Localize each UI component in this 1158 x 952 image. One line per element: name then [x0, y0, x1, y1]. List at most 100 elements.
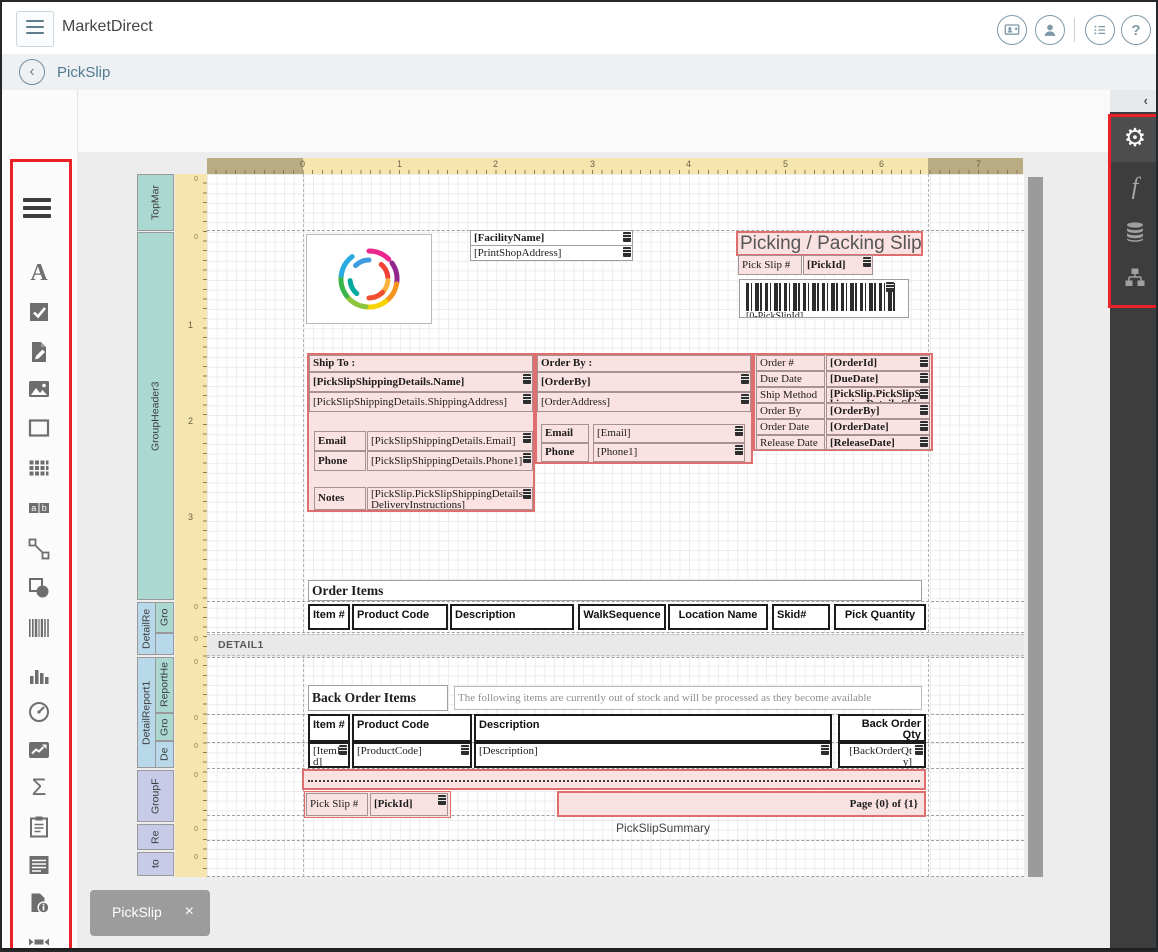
main-menu-button[interactable] [16, 11, 54, 47]
order-by-phone-field[interactable]: [Phone1] [593, 443, 745, 462]
order-info-label[interactable]: Release Date [756, 435, 825, 450]
ship-to-address-field[interactable]: [PickSlipShippingDetails.ShippingAddress… [309, 392, 533, 412]
document-tab-pickslip[interactable]: PickSlip × [90, 890, 210, 936]
ship-to-email-label[interactable]: Email [314, 431, 366, 451]
functions-tab[interactable]: f [1110, 163, 1158, 211]
ship-method-field[interactable]: [PickSlip.PickSlipShippingDetails.ShipMe… [826, 387, 930, 403]
report-info-tool[interactable] [25, 889, 53, 917]
back-order-title[interactable]: Back Order Items [308, 685, 448, 711]
band-groupheader3[interactable]: GroupHeader3 [137, 232, 174, 600]
band-reportheader[interactable]: ReportHe [155, 657, 174, 713]
order-items-title[interactable]: Order Items [308, 580, 922, 601]
help-button[interactable]: ? [1121, 15, 1151, 45]
detail1-band-strip[interactable]: DETAIL1 [207, 634, 1024, 656]
band-topmargin[interactable]: TopMar [137, 174, 174, 231]
order-items-col-description[interactable]: Description [450, 604, 574, 630]
back-button[interactable]: ‹ [19, 59, 45, 85]
pick-id-field[interactable]: [PickId] [803, 255, 873, 275]
table-tool[interactable] [25, 454, 53, 482]
chart-tool[interactable] [25, 661, 53, 689]
ship-to-notes-label[interactable]: Notes [314, 487, 366, 510]
input-field-tool[interactable]: ab [25, 494, 53, 522]
order-by-email-label[interactable]: Email [541, 424, 589, 443]
user-account-button[interactable] [1035, 15, 1065, 45]
order-items-col-skid[interactable]: Skid# [772, 604, 830, 630]
page-number-field[interactable]: Page {0} of {1} [557, 791, 926, 817]
band-detail-inner[interactable]: De [155, 741, 174, 768]
data-sources-tab[interactable] [1110, 208, 1158, 256]
formula-tool[interactable]: Σ [25, 774, 53, 802]
gauge-tool[interactable] [25, 698, 53, 726]
order-by-name-field[interactable]: [OrderBy] [537, 372, 751, 392]
ship-to-heading[interactable]: Ship To : [309, 355, 533, 372]
ship-to-phone-field[interactable]: [PickSlipShippingDetails.Phone1] [367, 451, 533, 471]
back-order-note[interactable]: The following items are currently out of… [454, 686, 922, 710]
back-order-item-field[interactable]: [ItemId] [308, 742, 350, 768]
release-date-field[interactable]: [ReleaseDate] [826, 435, 930, 450]
order-items-col-item[interactable]: Item # [308, 604, 350, 630]
share-screen-button[interactable] [997, 15, 1027, 45]
back-order-col-qty[interactable]: Back Order Qty [838, 714, 926, 742]
shape-tool[interactable] [25, 414, 53, 442]
sparkline-tool[interactable] [25, 736, 53, 764]
back-order-description-field[interactable]: [Description] [474, 742, 832, 768]
band-detailreport1[interactable]: DetailReport1 [137, 657, 156, 768]
back-order-col-description[interactable]: Description [474, 714, 832, 742]
order-items-col-walksequence[interactable]: WalkSequence [578, 604, 666, 630]
ship-to-name-field[interactable]: [PickSlipShippingDetails.Name] [309, 372, 533, 392]
toolbox-menu-button[interactable] [23, 196, 53, 222]
band-group-inner[interactable]: Gro [155, 602, 174, 633]
ship-to-phone-label[interactable]: Phone [314, 451, 366, 471]
tablix-tool[interactable] [25, 851, 53, 879]
order-by-heading[interactable]: Order By : [537, 355, 751, 372]
print-shop-address-field[interactable]: [PrintShopAddress] [470, 245, 633, 261]
order-info-label[interactable]: Order Date [756, 419, 825, 435]
list-menu-button[interactable] [1085, 15, 1115, 45]
band-bottommargin[interactable]: to [137, 852, 174, 876]
barcode-tool[interactable] [25, 614, 53, 642]
ship-to-block[interactable]: Ship To : [PickSlipShippingDetails.Name]… [307, 353, 535, 512]
footer-pick-slip-label[interactable]: Pick Slip # [306, 793, 368, 816]
line-tool[interactable] [25, 535, 53, 563]
image-tool[interactable] [25, 375, 53, 403]
footer-pick-id-field[interactable]: [PickId] [370, 793, 448, 816]
order-info-label[interactable]: Order # [756, 355, 825, 371]
facility-name-field[interactable]: [FacilityName] [470, 230, 633, 246]
shapes-tool[interactable] [25, 574, 53, 602]
band-inner-blank[interactable] [155, 633, 174, 655]
order-date-field[interactable]: [OrderDate] [826, 419, 930, 435]
order-address-field[interactable]: [OrderAddress] [537, 392, 751, 412]
collapse-panel-button[interactable]: ‹ [1110, 90, 1158, 112]
back-order-qty-field[interactable]: [BackOrderQty] [838, 742, 926, 768]
order-id-field[interactable]: [OrderId] [826, 355, 930, 371]
report-title-field[interactable]: Picking / Packing Slip [736, 231, 923, 256]
due-date-field[interactable]: [DueDate] [826, 371, 930, 387]
order-info-label[interactable]: Due Date [756, 371, 825, 387]
order-items-col-locationname[interactable]: Location Name [668, 604, 768, 630]
richtext-tool[interactable] [25, 338, 53, 366]
band-group-inner2[interactable]: Gro [155, 713, 174, 741]
order-by-phone-label[interactable]: Phone [541, 443, 589, 462]
order-items-col-productcode[interactable]: Product Code [352, 604, 448, 630]
back-order-col-productcode[interactable]: Product Code [352, 714, 472, 742]
back-order-productcode-field[interactable]: [ProductCode] [352, 742, 472, 768]
barcode-field[interactable]: [0-PickSlipId] [739, 279, 909, 318]
close-icon[interactable]: × [185, 903, 194, 921]
ship-to-notes-field[interactable]: [PickSlip.PickSlipShippingDetails.Delive… [367, 487, 533, 510]
text-tool[interactable]: A [25, 259, 53, 287]
order-by-email-field[interactable]: [Email] [593, 424, 745, 443]
checkbox-tool[interactable] [25, 298, 53, 326]
order-info-block[interactable]: Order # [OrderId] Due Date [DueDate] Shi… [753, 353, 933, 451]
ship-to-email-field[interactable]: [PickSlipShippingDetails.Email] [367, 431, 533, 451]
band-groupfooter[interactable]: GroupF [137, 770, 174, 822]
order-info-label[interactable]: Ship Method [756, 387, 825, 403]
document-outline-tab[interactable] [1110, 254, 1158, 302]
band-detailre[interactable]: DetailRe [137, 602, 156, 655]
order-items-col-pickquantity[interactable]: Pick Quantity [834, 604, 926, 630]
order-by-block[interactable]: Order By : [OrderBy] [OrderAddress] Emai… [535, 353, 753, 464]
back-order-col-item[interactable]: Item # [308, 714, 350, 742]
facility-logo[interactable] [306, 234, 432, 324]
footer-divider-band[interactable] [302, 769, 926, 790]
pickslip-summary-label[interactable]: PickSlipSummary [302, 817, 1024, 840]
pick-slip-label[interactable]: Pick Slip # [738, 255, 802, 275]
